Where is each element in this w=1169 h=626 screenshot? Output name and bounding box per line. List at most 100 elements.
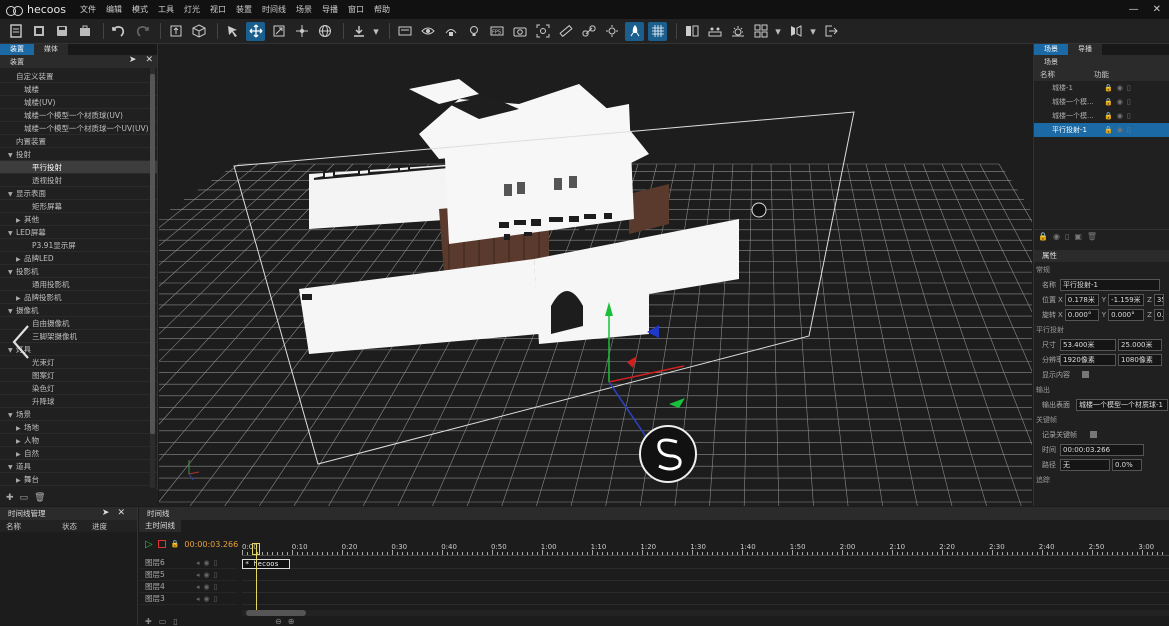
tree-item[interactable]: 通用投影机 [0, 278, 157, 291]
tree-item[interactable]: 三脚架摄像机 [0, 330, 157, 343]
collapse-arrow-icon[interactable]: ▶ [16, 253, 24, 264]
open-project-icon[interactable] [29, 22, 48, 41]
close-window-button[interactable]: ✕ [1153, 4, 1161, 15]
tree-item[interactable]: 平行投射 [0, 161, 157, 174]
tree-item[interactable]: 城楼(UV) [0, 96, 157, 109]
layer-controls-icon[interactable]: ◂◉▯ [196, 557, 221, 569]
layer-controls-icon[interactable]: ◂◉▯ [196, 581, 221, 593]
collapse-arrow-icon[interactable]: ▶ [16, 292, 24, 303]
menu-viewport[interactable]: 视口 [210, 4, 226, 15]
tree-item[interactable]: 城楼 [0, 83, 157, 96]
tree-item[interactable]: 图案灯 [0, 369, 157, 382]
tree-item[interactable]: 自由摄像机 [0, 317, 157, 330]
tree-item[interactable]: ▼ 投影机 [0, 265, 157, 278]
timeline-scrollbar[interactable] [242, 610, 1169, 616]
grid-icon[interactable] [648, 21, 667, 41]
save-icon[interactable]: ▣ [1074, 232, 1082, 241]
size-width-field[interactable]: 53.400米 [1060, 338, 1116, 351]
weather-icon[interactable] [728, 22, 747, 41]
tree-item[interactable]: 城楼一个模型一个材质球(UV) [0, 109, 157, 122]
layer-row[interactable]: 图层5 ◂◉▯ [139, 569, 237, 581]
tree-item[interactable]: ▼ 显示表面 [0, 187, 157, 200]
scene-item[interactable]: 城楼一个模... 🔒◉▯ [1034, 109, 1169, 123]
globe-icon[interactable] [315, 22, 334, 41]
stop-icon[interactable] [157, 540, 166, 548]
menu-lights[interactable]: 灯光 [184, 4, 200, 15]
collapse-arrow-icon[interactable]: ▶ [16, 435, 24, 446]
rotation-z-field[interactable]: 0. [1153, 308, 1164, 321]
add-icon[interactable]: ✚ [6, 493, 14, 503]
tree-item[interactable]: 染色灯 [0, 382, 157, 395]
playhead[interactable] [256, 543, 257, 615]
scene-item[interactable]: 城楼一个模... 🔒◉▯ [1034, 95, 1169, 109]
select-tool-icon[interactable] [223, 22, 242, 41]
menu-window[interactable]: 窗口 [348, 4, 364, 15]
tree-item[interactable]: ▼ 场景 [0, 408, 157, 421]
building-model[interactable] [299, 79, 739, 354]
expand-arrow-icon[interactable]: ▼ [8, 409, 16, 420]
tab-director[interactable]: 导播 [1068, 44, 1102, 55]
dropdown-arrow-icon[interactable]: ▾ [372, 22, 380, 41]
undo-icon[interactable] [109, 22, 128, 41]
expand-arrow-icon[interactable]: ▼ [8, 266, 16, 277]
stage-icon[interactable] [705, 22, 724, 41]
expand-arrow-icon[interactable]: ▼ [8, 227, 16, 238]
path-select[interactable]: 无 [1060, 458, 1110, 471]
play-icon[interactable]: ▷ [145, 539, 153, 550]
tab-main-timeline[interactable]: 主时间线 [139, 520, 181, 532]
path-percent-field[interactable]: 0.0% [1112, 458, 1142, 471]
scene-item[interactable]: 城楼-1 🔒◉▯ [1034, 81, 1169, 95]
visibility-lock-icon[interactable]: 🔒◉▯ [1104, 123, 1135, 137]
tiles-icon[interactable] [751, 22, 770, 41]
link-icon[interactable] [579, 22, 598, 41]
delete-icon[interactable]: 🗑 [1087, 232, 1097, 241]
tree-item[interactable]: P3.91显示屏 [0, 239, 157, 252]
layer-controls-icon[interactable]: ◂◉▯ [196, 593, 221, 605]
tree-item[interactable]: ▶ 场地 [0, 421, 157, 434]
collapse-arrow-icon[interactable]: ▶ [16, 214, 24, 225]
menu-file[interactable]: 文件 [80, 4, 96, 15]
projector-view-icon[interactable] [441, 22, 460, 41]
tree-item[interactable]: ▼ LED屏幕 [0, 226, 157, 239]
tree-item[interactable]: ▶ 舞台 [0, 473, 157, 486]
mirror-icon[interactable] [786, 22, 805, 41]
expand-arrow-icon[interactable]: ▼ [8, 188, 16, 199]
tree-item[interactable]: 矩形屏幕 [0, 200, 157, 213]
time-ruler[interactable]: 0:00 0:10 0:20 0:30 0:40 0:50 1:00 1:10 1:20 1:30… [242, 543, 1169, 556]
lock-icon[interactable]: 🔒 [1038, 232, 1048, 241]
trash-icon[interactable]: ▯ [1065, 232, 1069, 241]
menu-timeline[interactable]: 时间线 [262, 4, 286, 15]
tab-scene[interactable]: 场景 [1034, 44, 1068, 55]
move-tool-icon[interactable] [246, 21, 265, 41]
camera-marker-icon[interactable] [751, 202, 767, 218]
close-icon[interactable]: ✕ [117, 508, 133, 518]
pin-icon[interactable]: ➤ [129, 55, 137, 65]
pivot-tool-icon[interactable] [292, 22, 311, 41]
menu-director[interactable]: 导播 [322, 4, 338, 15]
collapse-arrow-icon[interactable]: ▶ [16, 422, 24, 433]
cube-icon[interactable] [189, 22, 208, 41]
menu-help[interactable]: 帮助 [374, 4, 390, 15]
tree-item[interactable]: ▼ 灯具 [0, 343, 157, 356]
close-icon[interactable]: ✕ [145, 55, 153, 65]
expand-arrow-icon[interactable]: ▼ [8, 305, 16, 316]
media-clip[interactable]: * hecoos [242, 559, 290, 569]
tree-item[interactable]: 升降球 [0, 395, 157, 408]
camera-icon[interactable] [510, 22, 529, 41]
tree-item[interactable]: ▶ 自然 [0, 447, 157, 460]
tab-media[interactable]: 媒体 [34, 44, 68, 55]
name-field[interactable]: 平行投射-1 [1060, 278, 1160, 291]
dropdown-arrow-icon[interactable]: ▾ [774, 22, 782, 41]
tree-item[interactable]: 透视投射 [0, 174, 157, 187]
collapse-arrow-icon[interactable]: ▶ [16, 474, 24, 485]
import-icon[interactable] [166, 22, 185, 41]
scale-tool-icon[interactable] [269, 22, 288, 41]
collapse-arrow-icon[interactable]: ▶ [16, 448, 24, 459]
focus-icon[interactable] [533, 22, 552, 41]
package-icon[interactable] [75, 22, 94, 41]
resolution-height-field[interactable]: 1080像素 [1118, 353, 1162, 366]
resolution-width-field[interactable]: 1920像素 [1060, 353, 1116, 366]
menu-mode[interactable]: 模式 [132, 4, 148, 15]
new-project-icon[interactable] [6, 22, 25, 41]
output-surface-select[interactable]: 城楼一个模型一个材质球-1 [1076, 398, 1168, 411]
